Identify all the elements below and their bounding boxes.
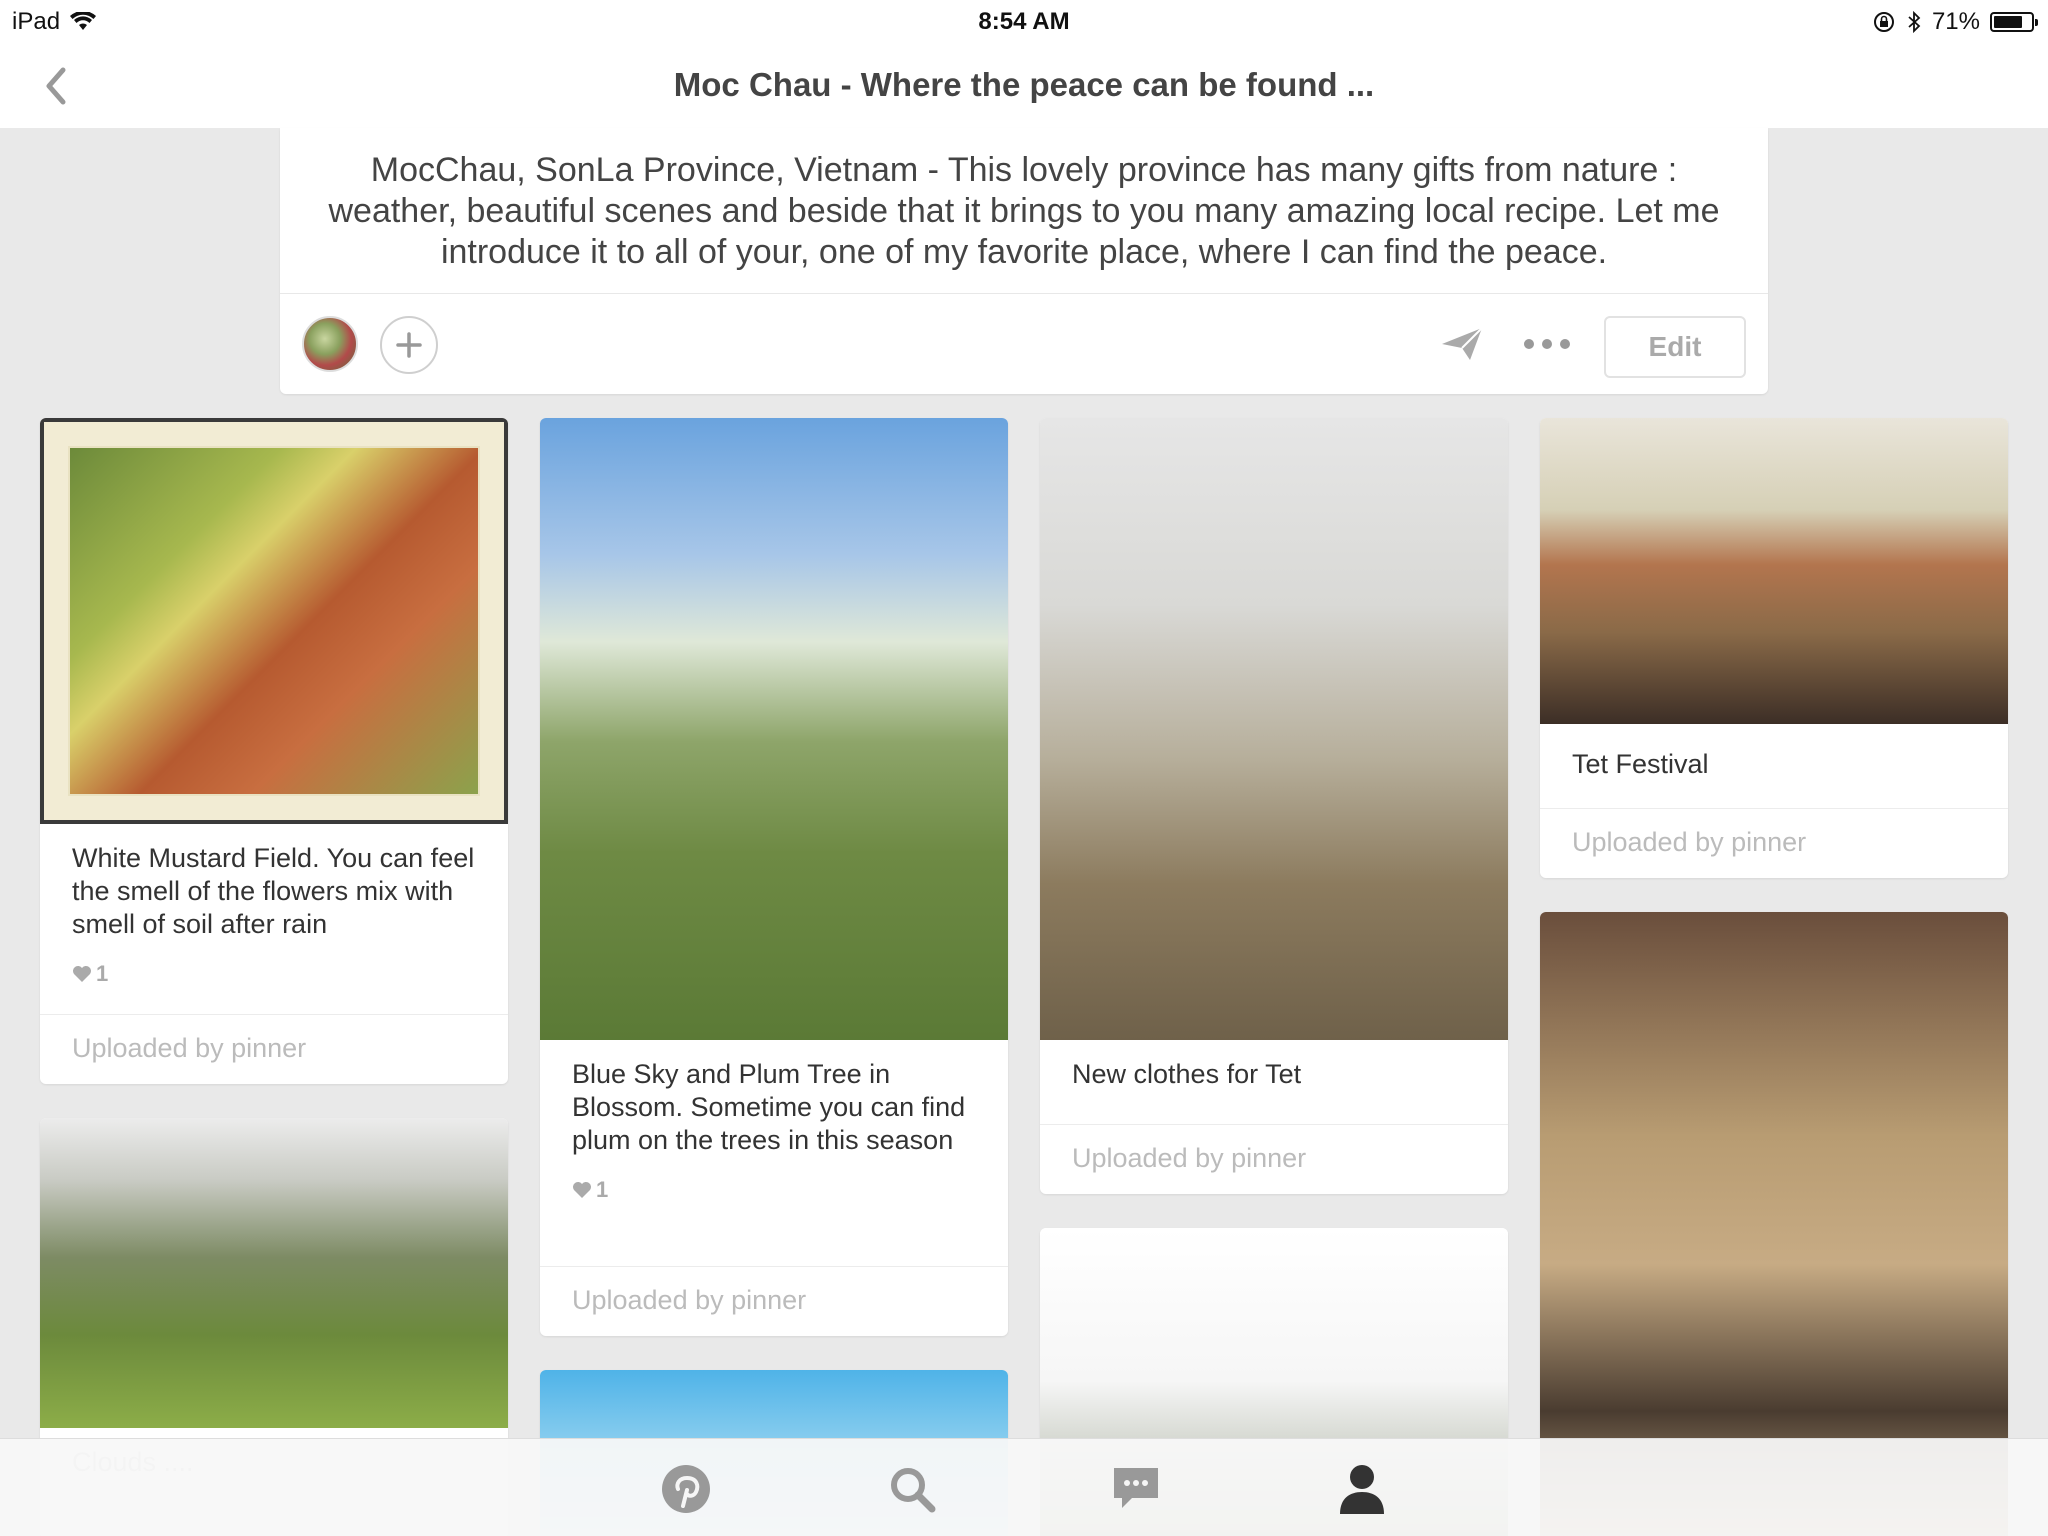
board-description: MocChau, SonLa Province, Vietnam - This … [280,128,1768,294]
pin-card[interactable]: New clothes for Tet Uploaded by pinner [1040,418,1508,1194]
more-options-button[interactable] [1524,324,1570,364]
pin-source: Uploaded by pinner [1040,1124,1508,1194]
avatar[interactable] [302,316,358,372]
battery-icon [1990,12,2038,32]
heart-icon [573,1182,591,1198]
tab-profile[interactable] [1334,1461,1390,1517]
like-count: 1 [596,1177,609,1202]
pin-caption: Tet Festival [1572,749,1709,779]
rotation-lock-icon [1873,12,1894,32]
battery-percent: 71% [1931,8,1980,35]
dot-icon [1560,339,1570,349]
add-collaborator-button[interactable] [380,316,438,374]
pin-card[interactable]: White Mustard Field. You can feel the sm… [40,418,508,1084]
pinterest-icon [662,1465,710,1513]
heart-icon [73,966,91,982]
send-icon [1442,327,1483,360]
bluetooth-icon [1908,10,1921,34]
pin-image[interactable] [40,418,508,824]
search-icon [891,1468,936,1513]
pin-caption: New clothes for Tet [1072,1059,1302,1089]
nav-bar: Moc Chau - Where the peace can be found … [0,44,2048,128]
dot-icon [1542,339,1552,349]
status-time: 8:54 AM [978,8,1070,35]
send-button[interactable] [1440,324,1484,364]
pin-image[interactable] [1540,418,2008,724]
board-header-card: MocChau, SonLa Province, Vietnam - This … [280,128,1768,394]
pin-likes[interactable]: 1 [40,941,508,987]
status-bar: iPad 8:54 AM 71% [0,0,2048,44]
tab-search[interactable] [884,1461,940,1517]
edit-button[interactable]: Edit [1604,316,1746,378]
pin-card[interactable]: Tet Festival Uploaded by pinner [1540,418,2008,878]
pin-image[interactable] [540,418,1008,1040]
pin-card[interactable]: Blue Sky and Plum Tree in Blossom. Somet… [540,418,1008,1336]
dot-icon [1524,339,1534,349]
like-count: 1 [96,961,109,986]
pin-caption: White Mustard Field. You can feel the sm… [72,843,475,939]
tab-messages[interactable] [1108,1461,1164,1517]
pin-image[interactable] [1040,418,1508,1040]
pin-caption: Blue Sky and Plum Tree in Blossom. Somet… [572,1059,966,1155]
pin-source: Uploaded by pinner [40,1014,508,1084]
status-right: 71% [1872,8,2038,36]
plus-icon [396,332,422,358]
pin-source: Uploaded by pinner [540,1266,1008,1336]
tab-bar [0,1438,2048,1536]
tab-home[interactable] [658,1461,714,1517]
profile-icon [1340,1465,1384,1514]
pin-likes[interactable]: 1 [540,1157,1008,1203]
pin-image[interactable] [40,1118,508,1428]
board-actions: Edit [280,294,1768,394]
board-title: Moc Chau - Where the peace can be found … [673,66,1375,103]
messages-icon [1114,1468,1158,1508]
pin-source: Uploaded by pinner [1540,808,2008,878]
